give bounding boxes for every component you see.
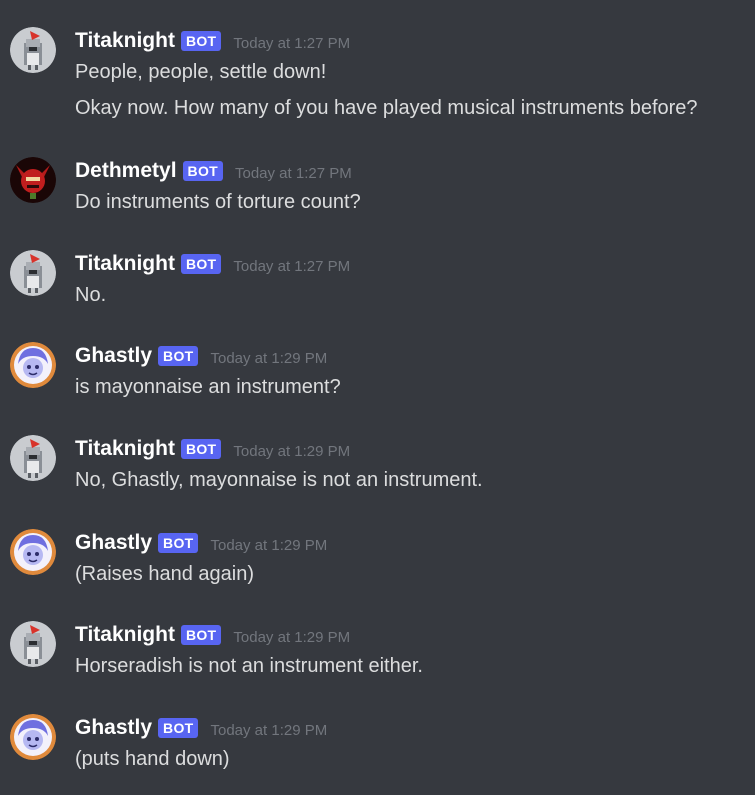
timestamp: Today at 1:29 PM bbox=[233, 628, 351, 646]
ghastly-avatar-icon[interactable] bbox=[10, 342, 56, 388]
message-header: Titaknight BOT Today at 1:27 PM bbox=[75, 250, 350, 278]
author-name[interactable]: Titaknight bbox=[75, 623, 175, 647]
author-name[interactable]: Titaknight bbox=[75, 252, 175, 276]
message-header: Titaknight BOT Today at 1:29 PM bbox=[75, 621, 350, 649]
message-header: Ghastly BOT Today at 1:29 PM bbox=[75, 714, 327, 742]
timestamp: Today at 1:29 PM bbox=[210, 536, 328, 554]
ghastly-avatar-icon[interactable] bbox=[10, 714, 56, 760]
bot-badge: BOT bbox=[180, 31, 222, 51]
message-header: Titaknight BOT Today at 1:29 PM bbox=[75, 435, 350, 463]
message-header: Ghastly BOT Today at 1:29 PM bbox=[75, 342, 327, 370]
message-text: No, Ghastly, mayonnaise is not an instru… bbox=[75, 469, 483, 491]
bot-badge: BOT bbox=[180, 625, 222, 645]
bot-badge: BOT bbox=[158, 533, 199, 553]
timestamp: Today at 1:27 PM bbox=[233, 257, 351, 275]
message-header: Titaknight BOT Today at 1:27 PM bbox=[75, 27, 350, 55]
author-name[interactable]: Ghastly bbox=[75, 344, 152, 368]
message-text: Horseradish is not an instrument either. bbox=[75, 655, 423, 677]
message-text: (Raises hand again) bbox=[75, 563, 254, 585]
author-name[interactable]: Titaknight bbox=[75, 437, 175, 461]
message-text: is mayonnaise an instrument? bbox=[75, 376, 341, 398]
timestamp: Today at 1:29 PM bbox=[210, 721, 328, 739]
message-text: Do instruments of torture count? bbox=[75, 191, 361, 213]
message-text: People, people, settle down! bbox=[75, 61, 327, 83]
timestamp: Today at 1:29 PM bbox=[210, 349, 328, 367]
message-text: No. bbox=[75, 284, 107, 306]
message-text: Okay now. How many of you have played mu… bbox=[75, 97, 698, 119]
bot-badge: BOT bbox=[180, 254, 222, 274]
bot-badge: BOT bbox=[158, 346, 199, 366]
timestamp: Today at 1:27 PM bbox=[234, 164, 352, 182]
timestamp: Today at 1:29 PM bbox=[233, 442, 351, 460]
titaknight-avatar-icon[interactable] bbox=[10, 621, 56, 667]
message-list: Titaknight BOT Today at 1:27 PM People, … bbox=[0, 0, 755, 795]
bot-badge: BOT bbox=[158, 718, 199, 738]
author-name[interactable]: Ghastly bbox=[75, 716, 152, 740]
titaknight-avatar-icon[interactable] bbox=[10, 250, 56, 296]
dethmetyl-avatar-icon[interactable] bbox=[10, 157, 56, 203]
bot-badge: BOT bbox=[182, 161, 223, 181]
message-header: Dethmetyl BOT Today at 1:27 PM bbox=[75, 157, 352, 185]
timestamp: Today at 1:27 PM bbox=[233, 34, 351, 52]
ghastly-avatar-icon[interactable] bbox=[10, 529, 56, 575]
author-name[interactable]: Titaknight bbox=[75, 29, 175, 53]
author-name[interactable]: Ghastly bbox=[75, 531, 152, 555]
author-name[interactable]: Dethmetyl bbox=[75, 159, 177, 183]
titaknight-avatar-icon[interactable] bbox=[10, 27, 56, 73]
message-text: (puts hand down) bbox=[75, 748, 230, 770]
titaknight-avatar-icon[interactable] bbox=[10, 435, 56, 481]
message-header: Ghastly BOT Today at 1:29 PM bbox=[75, 529, 327, 557]
bot-badge: BOT bbox=[180, 439, 222, 459]
